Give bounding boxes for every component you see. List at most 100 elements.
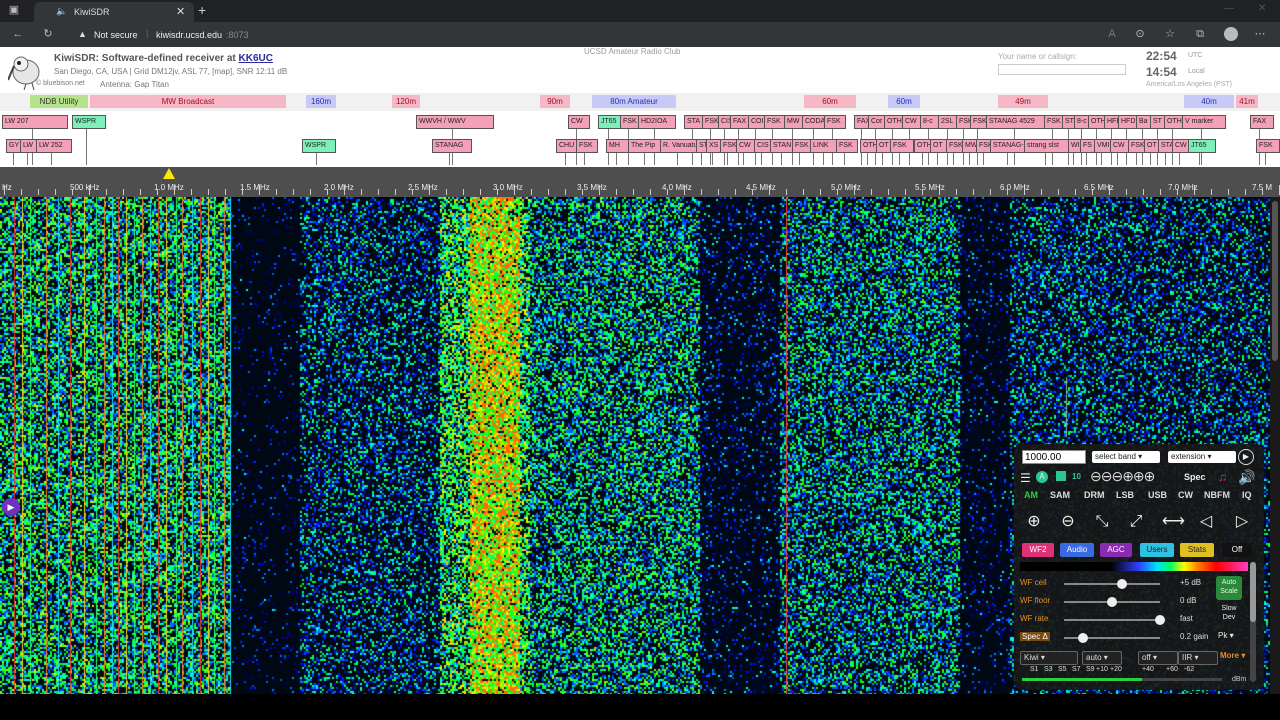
station-label[interactable]: strang slst	[1024, 139, 1072, 153]
play-icon[interactable]: ▶	[1238, 449, 1254, 465]
tab-audio[interactable]: Audio	[1060, 543, 1094, 557]
tab-off[interactable]: Off	[1222, 543, 1252, 557]
step-buttons[interactable]: ⊖⊖⊖⊕⊕⊕	[1090, 468, 1155, 485]
station-label[interactable]: FSK	[1256, 139, 1280, 153]
mode-lsb[interactable]: LSB	[1116, 490, 1134, 500]
spec-button[interactable]: Spec	[1184, 472, 1206, 482]
band-8[interactable]: 49m	[998, 95, 1048, 108]
callsign-link[interactable]: KK6UC	[239, 53, 273, 64]
station-label[interactable]: FSK	[764, 115, 786, 129]
station-label[interactable]: CW	[736, 139, 756, 153]
image-icon[interactable]	[1056, 471, 1066, 481]
station-label[interactable]: WWVH / WWV	[416, 115, 494, 129]
waterfall-scrollbar[interactable]	[1270, 197, 1280, 694]
page-right-icon[interactable]: ▷	[1232, 512, 1252, 532]
window-menu-icon[interactable]: ▣	[6, 0, 22, 23]
full-range-icon[interactable]: ⟷	[1162, 512, 1185, 532]
mode-drm[interactable]: DRM	[1084, 490, 1105, 500]
station-label[interactable]: WSPR	[302, 139, 336, 153]
bottom-select[interactable]: IIR ▾	[1178, 651, 1218, 665]
band-10[interactable]: 41m	[1236, 95, 1258, 108]
tracking-icon[interactable]: ⊙	[1132, 22, 1148, 47]
page-left-icon[interactable]: ◁	[1196, 512, 1216, 532]
mode-am[interactable]: AM	[1024, 490, 1038, 500]
new-tab-icon[interactable]: +	[198, 2, 206, 18]
collections-icon[interactable]: ⧉	[1192, 22, 1208, 47]
slider-knob[interactable]	[1078, 633, 1089, 643]
speaker-icon[interactable]: 🔈	[56, 6, 67, 17]
slider-knob[interactable]	[1107, 597, 1117, 607]
step-10-button[interactable]: 10	[1072, 472, 1081, 481]
favorite-icon[interactable]: ☆	[1162, 22, 1178, 47]
reload-icon[interactable]: ↻	[38, 22, 58, 47]
zoom-out-icon[interactable]: ⊖	[1058, 512, 1078, 532]
band-4[interactable]: 90m	[540, 95, 570, 108]
warning-icon[interactable]: ▲	[78, 29, 87, 39]
band-5[interactable]: 80m Amateur	[592, 95, 676, 108]
security-label[interactable]: Not secure	[94, 30, 138, 40]
mode-iq[interactable]: IQ	[1242, 490, 1252, 500]
station-label[interactable]: STANAG 4529	[986, 115, 1048, 129]
close-window-icon[interactable]: ✕	[1258, 3, 1266, 14]
a-button[interactable]: A	[1036, 471, 1048, 483]
url-host[interactable]: kiwisdr.ucsd.edu	[156, 30, 222, 40]
slow-dev-button[interactable]: Slow Dev	[1216, 604, 1242, 624]
station-label[interactable]: FSK	[576, 139, 598, 153]
more-menu-icon[interactable]: ⋯	[1252, 22, 1268, 47]
zoom-band-icon[interactable]: ⤡	[1092, 512, 1112, 532]
zoom-in-icon[interactable]: ⊕	[1024, 512, 1044, 532]
peak-dropdown[interactable]: Pk ▾	[1218, 631, 1234, 640]
volume-icon[interactable]: 🔊	[1238, 469, 1255, 486]
auto-scale-button[interactable]: Auto Scale	[1216, 576, 1242, 600]
close-tab-icon[interactable]: ✕	[176, 5, 185, 18]
tab-stats[interactable]: Stats	[1180, 543, 1214, 557]
slider-track[interactable]	[1064, 583, 1160, 585]
station-label[interactable]: LW 207	[2, 115, 68, 129]
browser-tab[interactable]: 🔈 KiwiSDR ✕	[34, 2, 194, 22]
station-label[interactable]: WSPR	[72, 115, 106, 129]
station-label[interactable]: CW	[902, 115, 922, 129]
tuning-marker-icon[interactable]	[162, 167, 176, 181]
bottom-select[interactable]: auto ▾	[1082, 651, 1122, 665]
profile-avatar[interactable]	[1224, 27, 1238, 41]
mode-usb[interactable]: USB	[1148, 490, 1167, 500]
station-label[interactable]: FAX	[1250, 115, 1274, 129]
band-9[interactable]: 40m	[1184, 95, 1234, 108]
tab-users[interactable]: Users	[1140, 543, 1174, 557]
station-label[interactable]: CW	[1110, 139, 1130, 153]
station-label[interactable]: FSK	[890, 139, 914, 153]
band-0[interactable]: NDB Utility	[30, 95, 88, 108]
extension-dropdown[interactable]: extension ▾	[1168, 451, 1236, 463]
select-band-dropdown[interactable]: select band ▾	[1092, 451, 1160, 463]
bottom-select[interactable]: Kiwi ▾	[1020, 651, 1078, 665]
tab-wf2[interactable]: WF2	[1022, 543, 1054, 557]
band-2[interactable]: 160m	[306, 95, 336, 108]
bottom-select[interactable]: off ▾	[1138, 651, 1178, 665]
station-label[interactable]: FSK	[824, 115, 846, 129]
station-label[interactable]: JT65	[1188, 139, 1216, 153]
left-panel-toggle-icon[interactable]: ▶	[2, 498, 20, 516]
band-6[interactable]: 60m	[804, 95, 856, 108]
station-label[interactable]: HD2IOA	[638, 115, 676, 129]
station-label[interactable]: LW 252	[36, 139, 72, 153]
band-3[interactable]: 120m	[392, 95, 420, 108]
name-input[interactable]	[998, 64, 1126, 75]
station-label[interactable]: R. Vanuatu	[660, 139, 700, 153]
url-port[interactable]: :8073	[226, 30, 249, 40]
brand-link[interactable]: © bluebison.net	[36, 80, 85, 87]
slider-knob[interactable]	[1116, 579, 1127, 589]
minimize-icon[interactable]: —	[1224, 3, 1234, 14]
tab-agc[interactable]: AGC	[1100, 543, 1132, 557]
mode-cw[interactable]: CW	[1178, 490, 1193, 500]
more-button[interactable]: More ▾	[1220, 651, 1245, 660]
station-label[interactable]: STANAG	[432, 139, 472, 153]
band-1[interactable]: MW Broadcast	[90, 95, 286, 108]
frequency-scale[interactable]: Hz 500 kHz 1.0 MHz 1.5 MHz 2.0 MHz 2.5 MHz 3.0…	[0, 167, 1280, 197]
panel-scrollbar[interactable]	[1250, 562, 1256, 682]
station-label[interactable]: FSK	[792, 139, 812, 153]
frequency-input[interactable]	[1022, 450, 1086, 464]
band-7[interactable]: 60m	[888, 95, 920, 108]
station-label[interactable]: FSK	[836, 139, 858, 153]
read-aloud-icon[interactable]: A	[1104, 22, 1120, 47]
station-label[interactable]: V marker	[1182, 115, 1226, 129]
